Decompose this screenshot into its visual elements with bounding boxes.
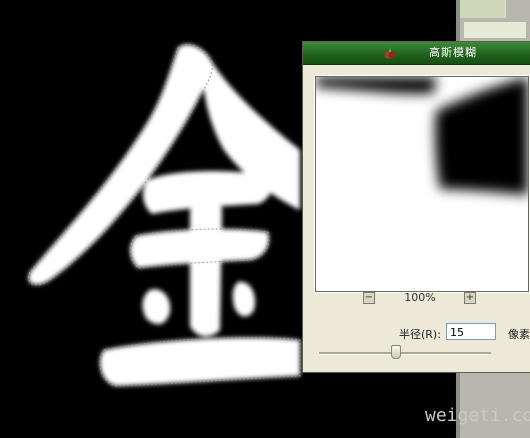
watermark-text: weigeti.com xyxy=(425,405,530,426)
dialog-titlebar[interactable]: 高斯模糊 xyxy=(303,42,530,65)
radius-label: 半径(R): xyxy=(399,328,441,341)
side-panel-tab[interactable] xyxy=(464,22,526,38)
minus-icon: − xyxy=(364,292,374,303)
gaussian-blur-dialog: 高斯模糊 − 100% + 半径(R): 15 像素 xyxy=(302,41,530,373)
dialog-title: 高斯模糊 xyxy=(429,46,477,59)
zoom-in-button[interactable]: + xyxy=(464,292,476,304)
zoom-out-button[interactable]: − xyxy=(363,292,375,304)
side-panel-header xyxy=(460,0,506,18)
radius-slider-thumb[interactable] xyxy=(391,345,401,359)
zoom-level: 100% xyxy=(404,291,436,304)
blurred-character xyxy=(28,44,300,386)
preview-area[interactable] xyxy=(315,76,529,292)
radius-unit-label: 像素 xyxy=(508,328,530,341)
brush-app-icon xyxy=(384,47,396,59)
radius-row: 半径(R): 15 像素 xyxy=(303,323,530,345)
radius-input[interactable]: 15 xyxy=(446,323,496,340)
plus-icon: + xyxy=(465,292,475,303)
radius-slider-track[interactable] xyxy=(319,352,491,355)
zoom-controls: − 100% + xyxy=(303,290,530,308)
